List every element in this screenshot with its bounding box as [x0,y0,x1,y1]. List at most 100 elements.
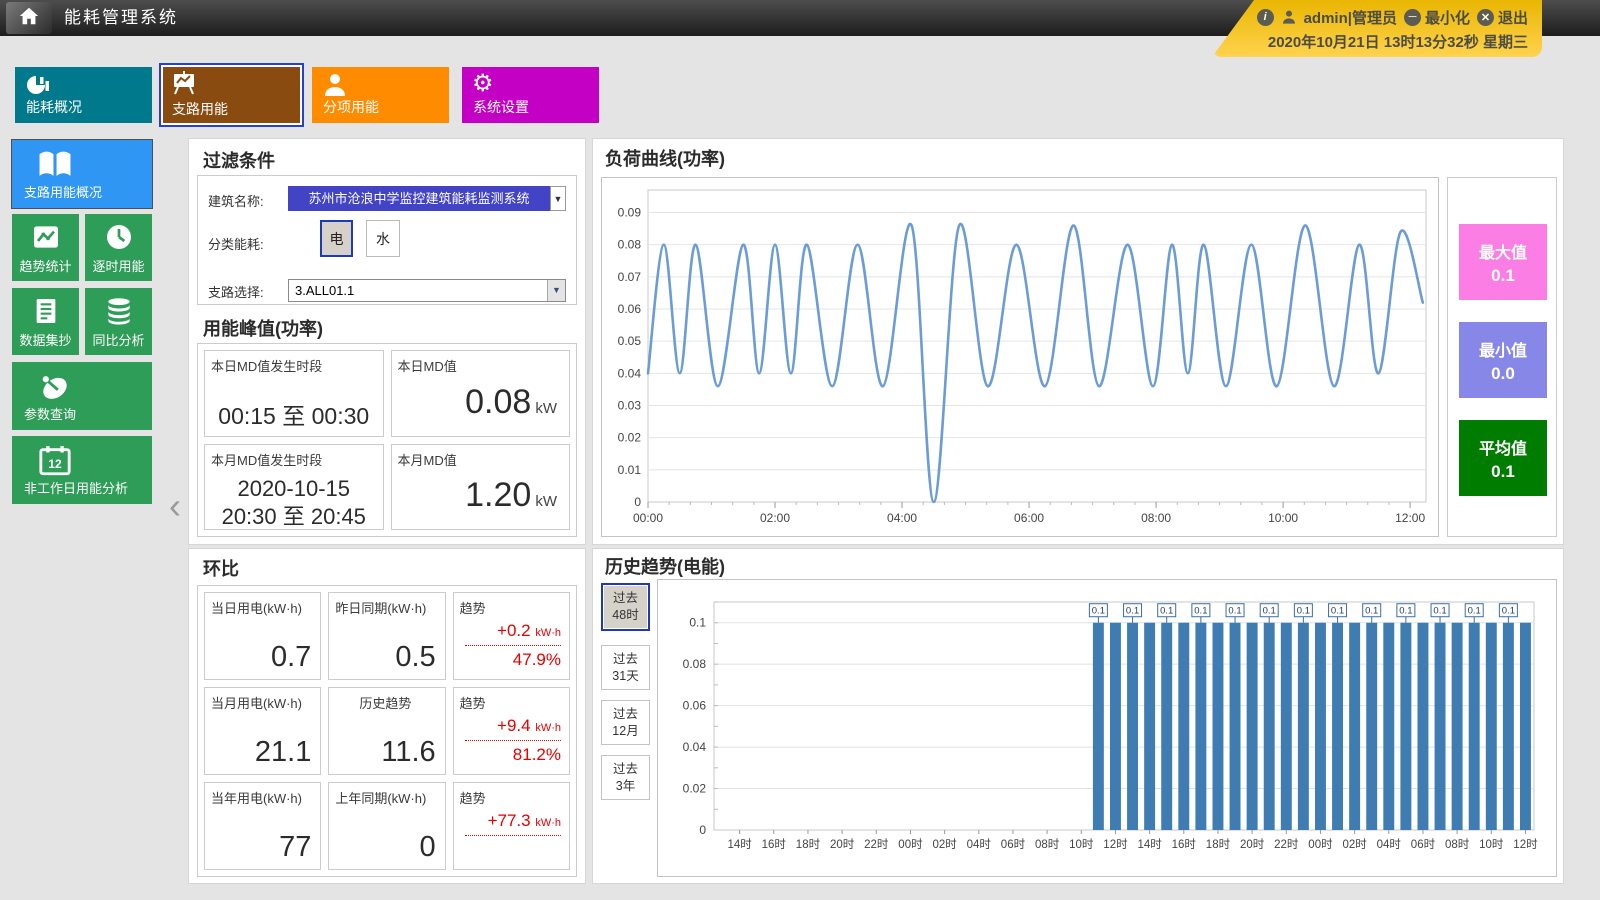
tab-category-energy[interactable]: 分项用能 [312,67,449,123]
svg-text:04:00: 04:00 [887,511,917,525]
button-label: 12月 [602,723,649,740]
compare-cell: 当月用电(kW·h) 21.1 [204,687,321,775]
cell-label: 趋势 [460,788,486,807]
svg-text:0.1: 0.1 [1502,606,1515,617]
svg-text:0.06: 0.06 [683,699,707,713]
svg-text:0.1: 0.1 [689,616,706,630]
home-button[interactable] [6,2,52,34]
stat-value: 0.1 [1459,266,1547,286]
svg-text:00:00: 00:00 [633,511,663,525]
trend-percent [465,836,561,861]
svg-text:06时: 06时 [1411,838,1436,851]
sidebar-item-data-readout[interactable]: 数据集抄 [12,288,79,355]
trend-delta: +0.2 [497,621,531,640]
user-icon [1281,9,1297,25]
load-curve-chart[interactable]: 00.010.020.030.040.050.060.070.080.0900:… [601,177,1439,537]
document-icon [30,295,62,332]
svg-text:0.02: 0.02 [618,431,642,445]
svg-text:06:00: 06:00 [1014,511,1044,525]
svg-text:0: 0 [634,495,641,509]
gear-icon: ⚙ [472,72,498,98]
chevron-down-icon[interactable]: ▼ [547,280,565,301]
filter-section-title: 过滤条件 [203,147,275,173]
datetime-text: 2020年10月21日 13时13分32秒 星期三 [1212,31,1528,52]
stat-label: 最小值 [1459,337,1547,361]
stats-frame: 最大值 0.1 最小值 0.0 平均值 0.1 [1447,177,1557,537]
min-value-box: 最小值 0.0 [1459,322,1547,398]
svg-text:10:00: 10:00 [1268,511,1298,525]
compare-cell: 上年同期(kW·h) 0 [328,782,445,870]
minimize-button[interactable]: ─ 最小化 [1404,7,1470,28]
info-icon[interactable]: i [1257,9,1274,26]
trend-percent: 81.2% [465,741,561,766]
load-curve-svg: 00.010.020.030.040.050.060.070.080.0900:… [602,178,1438,536]
cell-value: 21.1 [255,736,311,769]
svg-text:02时: 02时 [932,838,957,851]
svg-text:0.1: 0.1 [1160,606,1173,617]
svg-text:0.1: 0.1 [1365,606,1378,617]
button-label: 过去 [602,706,649,723]
svg-text:0.1: 0.1 [1092,606,1105,617]
unit-label: kW·h [535,817,561,829]
stat-value: 0.0 [1459,364,1547,384]
sidebar-item-trend-stats[interactable]: 趋势统计 [12,214,79,281]
tab-energy-overview[interactable]: 能耗概况 [15,67,152,123]
category-water-button[interactable]: 水 [366,220,400,257]
sidebar-item-nonworkday-analysis[interactable]: 12 非工作日用能分析 [12,436,152,504]
svg-text:0.01: 0.01 [618,463,642,477]
chevron-down-icon[interactable]: ▼ [550,186,566,211]
sidebar-item-hourly-energy[interactable]: 逐时用能 [85,214,152,281]
tab-label: 分项用能 [323,97,379,117]
svg-text:10时: 10时 [1069,838,1094,851]
cell-label: 趋势 [460,598,486,617]
month-md-period-value: 20:30 至 20:45 [205,503,383,531]
history-trend-panel: 历史趋势(电能) 过去 48时 过去 31天 过去 12月 过去 3年 00.0… [592,548,1564,884]
cell-label: 本日MD值发生时段 [211,356,322,375]
compare-cell: 当年用电(kW·h) 77 [204,782,321,870]
load-curve-title: 负荷曲线(功率) [605,145,725,171]
cell-label: 当日用电(kW·h) [211,598,302,617]
tab-branch-energy[interactable]: 支路用能 [159,63,304,127]
database-icon [103,295,135,332]
button-label: 31天 [602,668,649,685]
exit-button[interactable]: ✕ 退出 [1477,7,1528,28]
home-icon [18,5,40,32]
sidebar-item-label: 支路用能概况 [24,182,102,201]
branch-select[interactable]: 3.ALL01.1 ▼ [288,279,566,302]
history-bar-chart[interactable]: 00.020.040.060.080.114时16时18时20时22时00时02… [657,579,1557,877]
avg-value-box: 平均值 0.1 [1459,420,1547,496]
range-12m-button[interactable]: 过去 12月 [601,700,650,745]
compare-grid: 当日用电(kW·h) 0.7 昨日同期(kW·h) 0.5 趋势 +0.2 kW… [197,585,577,877]
svg-text:0.08: 0.08 [618,238,642,252]
cell-label: 历史趋势 [359,693,411,712]
max-value-box: 最大值 0.1 [1459,224,1547,300]
clock-icon [103,221,135,258]
category-label: 分类能耗: [208,234,264,253]
svg-text:02时: 02时 [1342,838,1367,851]
trend-cell: 趋势 +0.2 kW·h 47.9% [453,592,570,680]
svg-text:04时: 04时 [967,838,992,851]
svg-text:14时: 14时 [727,838,752,851]
range-48h-button[interactable]: 过去 48时 [601,583,650,631]
button-label: 3年 [602,778,649,795]
sidebar-item-parameter-query[interactable]: 参数查询 [12,362,152,430]
svg-text:12: 12 [48,457,62,471]
tab-label: 能耗概况 [26,97,82,117]
filter-peaks-panel: 过滤条件 建筑名称: 苏州市沧浪中学监控建筑能耗监测系统 ▼ 分类能耗: 电 水… [188,138,586,545]
sidebar-item-yoy-analysis[interactable]: 同比分析 [85,288,152,355]
tab-system-settings[interactable]: ⚙ 系统设置 [462,67,599,123]
range-3y-button[interactable]: 过去 3年 [601,755,650,800]
svg-text:0: 0 [699,823,706,837]
sidebar-item-label: 趋势统计 [19,256,71,275]
range-31d-button[interactable]: 过去 31天 [601,645,650,690]
day-md-value: 0.08 [465,383,531,421]
month-md-value-cell: 本月MD值 1.20kW [391,444,571,531]
category-electric-button[interactable]: 电 [320,220,353,257]
svg-text:16时: 16时 [762,838,787,851]
sidebar-collapse-button[interactable]: ‹ [169,488,181,524]
sidebar-item-branch-overview[interactable]: 支路用能概况 [12,140,152,208]
month-md-date: 2020-10-15 [205,475,383,503]
building-select[interactable]: 苏州市沧浪中学监控建筑能耗监测系统 [288,186,550,211]
svg-text:20时: 20时 [830,838,855,851]
easel-chart-icon [171,70,197,96]
